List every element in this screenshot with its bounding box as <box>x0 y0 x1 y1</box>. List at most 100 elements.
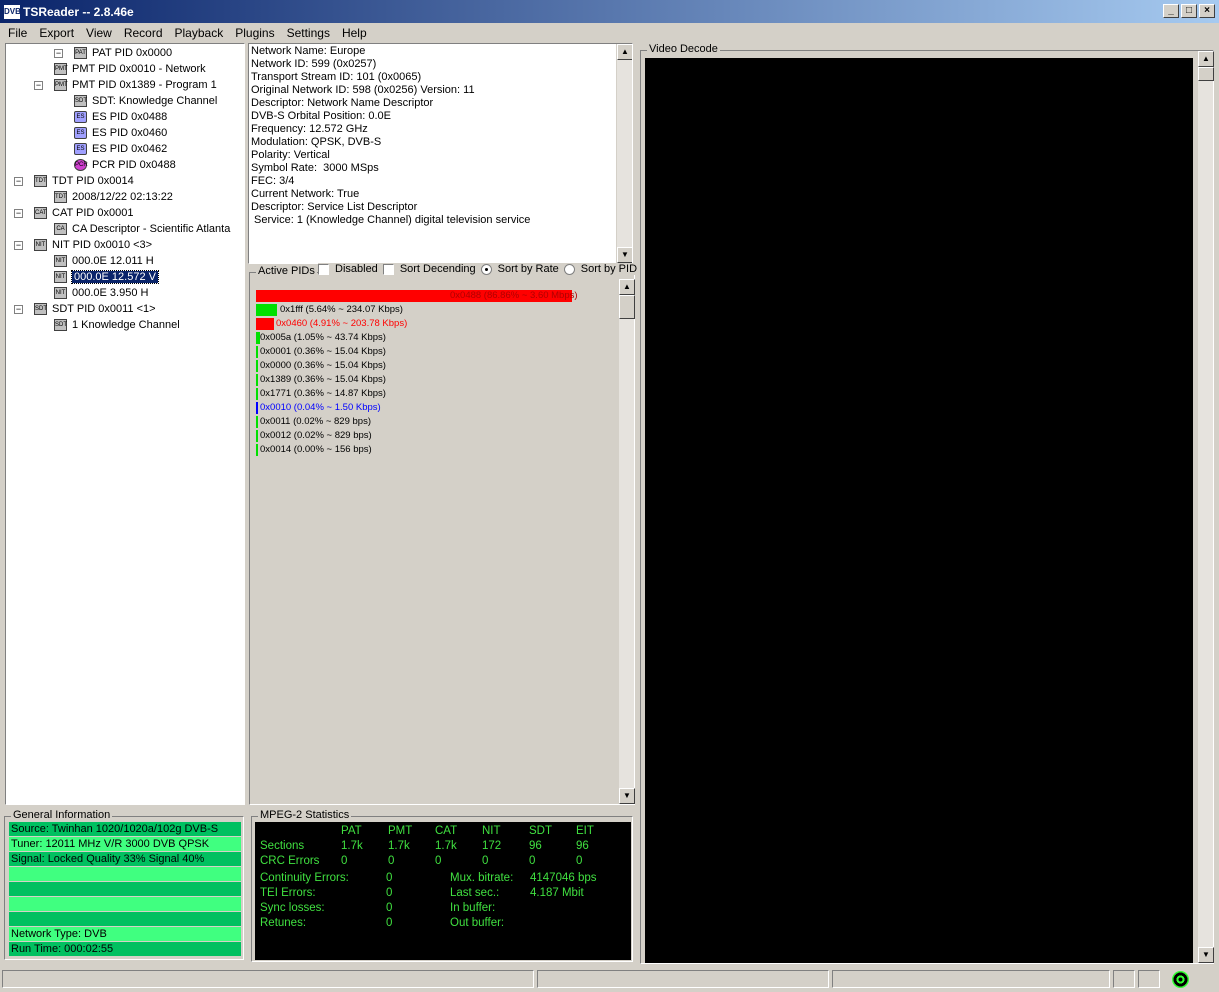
tree-item-label: PAT PID 0x0000 <box>92 47 173 59</box>
pid-row[interactable]: 0x1771 (0.36% ~ 14.87 Kbps) <box>256 388 386 400</box>
tree-toggle-icon[interactable]: − <box>54 49 63 58</box>
status-cell-1 <box>2 970 534 988</box>
tree-item[interactable]: ES ES PID 0x0462 <box>74 141 167 157</box>
pid-row[interactable]: 0x0014 (0.00% ~ 156 bps) <box>256 444 372 456</box>
pid-label: 0x0001 (0.36% ~ 15.04 Kbps) <box>260 346 386 357</box>
tree-item[interactable]: TDT 2008/12/22 02:13:22 <box>54 189 173 205</box>
menu-file[interactable]: File <box>2 26 33 40</box>
es-table-icon: ES <box>74 143 87 155</box>
tree-item[interactable]: NIT 000.0E 12.572 V <box>54 269 159 285</box>
tree-item-label: ES PID 0x0460 <box>92 127 168 139</box>
menu-record[interactable]: Record <box>118 26 169 40</box>
menu-export[interactable]: Export <box>33 26 80 40</box>
tree-item[interactable]: NIT 000.0E 12.011 H <box>54 253 154 269</box>
tree-toggle-icon[interactable]: − <box>34 81 43 90</box>
pid-row[interactable]: 0x1fff (5.64% ~ 234.07 Kbps) <box>256 304 403 316</box>
scroll-thumb[interactable] <box>619 295 635 319</box>
menu-bar: File Export View Record Playback Plugins… <box>0 23 1219 42</box>
scroll-down-icon[interactable]: ▼ <box>617 247 632 263</box>
stream-tree[interactable]: − PAT PAT PID 0x0000 PMT PMT PID 0x0010 - Ne… <box>5 43 245 805</box>
tree-item[interactable]: SDT SDT PID 0x0011 <1> <box>34 301 156 317</box>
close-button[interactable]: × <box>1199 4 1215 18</box>
crc-errors-label: CRC Errors <box>260 855 320 867</box>
pid-row[interactable]: 0x0010 (0.04% ~ 1.50 Kbps) <box>256 402 381 414</box>
menu-plugins[interactable]: Plugins <box>229 26 280 40</box>
scroll-up-icon[interactable]: ▲ <box>619 279 635 295</box>
pid-row[interactable]: 0x0460 (4.91% ~ 203.78 Kbps) <box>256 318 407 330</box>
tree-item[interactable]: PMT PMT PID 0x1389 - Program 1 <box>54 77 217 93</box>
tree-item[interactable]: TDT TDT PID 0x0014 <box>34 173 134 189</box>
scroll-down-icon[interactable]: ▼ <box>619 788 635 804</box>
continuity-errors-label: Continuity Errors: <box>260 872 349 884</box>
es-table-icon: ES <box>74 111 87 123</box>
pid-row[interactable]: 0x005a (1.05% ~ 43.74 Kbps) <box>256 332 386 344</box>
tree-item[interactable]: SDT SDT: Knowledge Channel <box>74 93 217 109</box>
scroll-up-icon[interactable]: ▲ <box>1198 51 1214 67</box>
tree-item[interactable]: CAT CAT PID 0x0001 <box>34 205 134 221</box>
mpeg2-statistics-display: PAT PMT CAT NIT SDT EIT Sections 1.7k 1.… <box>255 822 631 960</box>
info-line: Descriptor: Network Name Descriptor <box>251 97 434 109</box>
pid-label: 0x0010 (0.04% ~ 1.50 Kbps) <box>260 402 381 413</box>
tree-item-label: PMT PID 0x1389 - Program 1 <box>72 79 217 91</box>
status-cell-4 <box>1113 970 1135 988</box>
crc-cat: 0 <box>435 855 442 867</box>
video-scrollbar[interactable]: ▲ ▼ <box>1197 51 1214 963</box>
video-display <box>645 58 1193 963</box>
tree-item[interactable]: ES ES PID 0x0460 <box>74 125 167 141</box>
info-line: Symbol Rate: 3000 MSps <box>251 162 379 174</box>
tdt-table-icon: TDT <box>54 191 67 203</box>
tree-item[interactable]: PMT PMT PID 0x0010 - Network <box>54 61 206 77</box>
tree-toggle-icon[interactable]: − <box>14 209 23 218</box>
sort-pid-radio[interactable]: Sort by PID <box>563 263 637 275</box>
tree-item[interactable]: CA CA Descriptor - Scientific Atlanta <box>54 221 230 237</box>
tree-item[interactable]: NIT NIT PID 0x0010 <3> <box>34 237 152 253</box>
video-decode-title: Video Decode <box>647 43 720 55</box>
status-cell-2 <box>537 970 829 988</box>
sections-pmt: 1.7k <box>388 840 410 852</box>
sections-sdt: 96 <box>529 840 542 852</box>
sort-rate-radio[interactable]: Sort by Rate <box>480 263 559 275</box>
info-line: Network ID: 599 (0x0257) <box>251 58 377 70</box>
sync-losses-label: Sync losses: <box>260 902 325 914</box>
menu-settings[interactable]: Settings <box>281 26 336 40</box>
minimize-button[interactable]: _ <box>1163 4 1179 18</box>
tree-item[interactable]: NIT 000.0E 3.950 H <box>54 285 148 301</box>
mpeg2-statistics-group: MPEG-2 Statistics PAT PMT CAT NIT SDT EI… <box>251 809 633 962</box>
info-line: Original Network ID: 598 (0x0256) Versio… <box>251 84 475 96</box>
menu-playback[interactable]: Playback <box>169 26 230 40</box>
tree-item[interactable]: PCR PCR PID 0x0488 <box>74 157 176 173</box>
general-info-row: Signal: Locked Quality 33% Signal 40% <box>9 852 241 866</box>
pid-row[interactable]: 0x0000 (0.36% ~ 15.04 Kbps) <box>256 360 386 372</box>
tree-item-label: SDT PID 0x0011 <1> <box>52 303 156 315</box>
tree-toggle-icon[interactable]: − <box>14 305 23 314</box>
pid-row[interactable]: 0x0011 (0.02% ~ 829 bps) <box>256 416 371 428</box>
tree-toggle-icon[interactable]: − <box>14 241 23 250</box>
scroll-down-icon[interactable]: ▼ <box>1198 947 1214 963</box>
nit-table-icon: NIT <box>54 287 67 299</box>
pid-row[interactable]: 0x0001 (0.36% ~ 15.04 Kbps) <box>256 346 386 358</box>
menu-help[interactable]: Help <box>336 26 373 40</box>
scroll-up-icon[interactable]: ▲ <box>617 44 632 60</box>
pid-options: Disabled Sort Decending Sort by Rate Sor… <box>318 263 638 275</box>
tree-item-label: 000.0E 12.572 V <box>71 270 159 284</box>
tree-toggle-icon[interactable]: − <box>14 177 23 186</box>
checkbox-icon <box>382 263 394 275</box>
sync-losses-value: 0 <box>386 902 393 914</box>
scroll-thumb[interactable] <box>1198 67 1214 81</box>
disabled-checkbox[interactable]: Disabled <box>318 263 378 275</box>
tree-item[interactable]: SDT 1 Knowledge Channel <box>54 317 180 333</box>
info-scrollbar[interactable]: ▲ ▼ <box>616 44 632 263</box>
sort-desc-checkbox[interactable]: Sort Decending <box>382 263 476 275</box>
stat-header-nit: NIT <box>482 825 501 837</box>
pid-row[interactable]: 0x0488 (86.86% ~ 3.60 Mbps) <box>256 290 578 302</box>
tree-item[interactable]: PAT PAT PID 0x0000 <box>74 45 172 61</box>
tree-item-label: 2008/12/22 02:13:22 <box>72 191 173 203</box>
menu-view[interactable]: View <box>80 26 118 40</box>
pids-scrollbar[interactable]: ▲ ▼ <box>618 279 635 804</box>
crc-sdt: 0 <box>529 855 536 867</box>
tree-item[interactable]: ES ES PID 0x0488 <box>74 109 167 125</box>
pid-row[interactable]: 0x1389 (0.36% ~ 15.04 Kbps) <box>256 374 386 386</box>
crc-nit: 0 <box>482 855 489 867</box>
pid-row[interactable]: 0x0012 (0.02% ~ 829 bps) <box>256 430 372 442</box>
maximize-button[interactable]: □ <box>1181 4 1197 18</box>
